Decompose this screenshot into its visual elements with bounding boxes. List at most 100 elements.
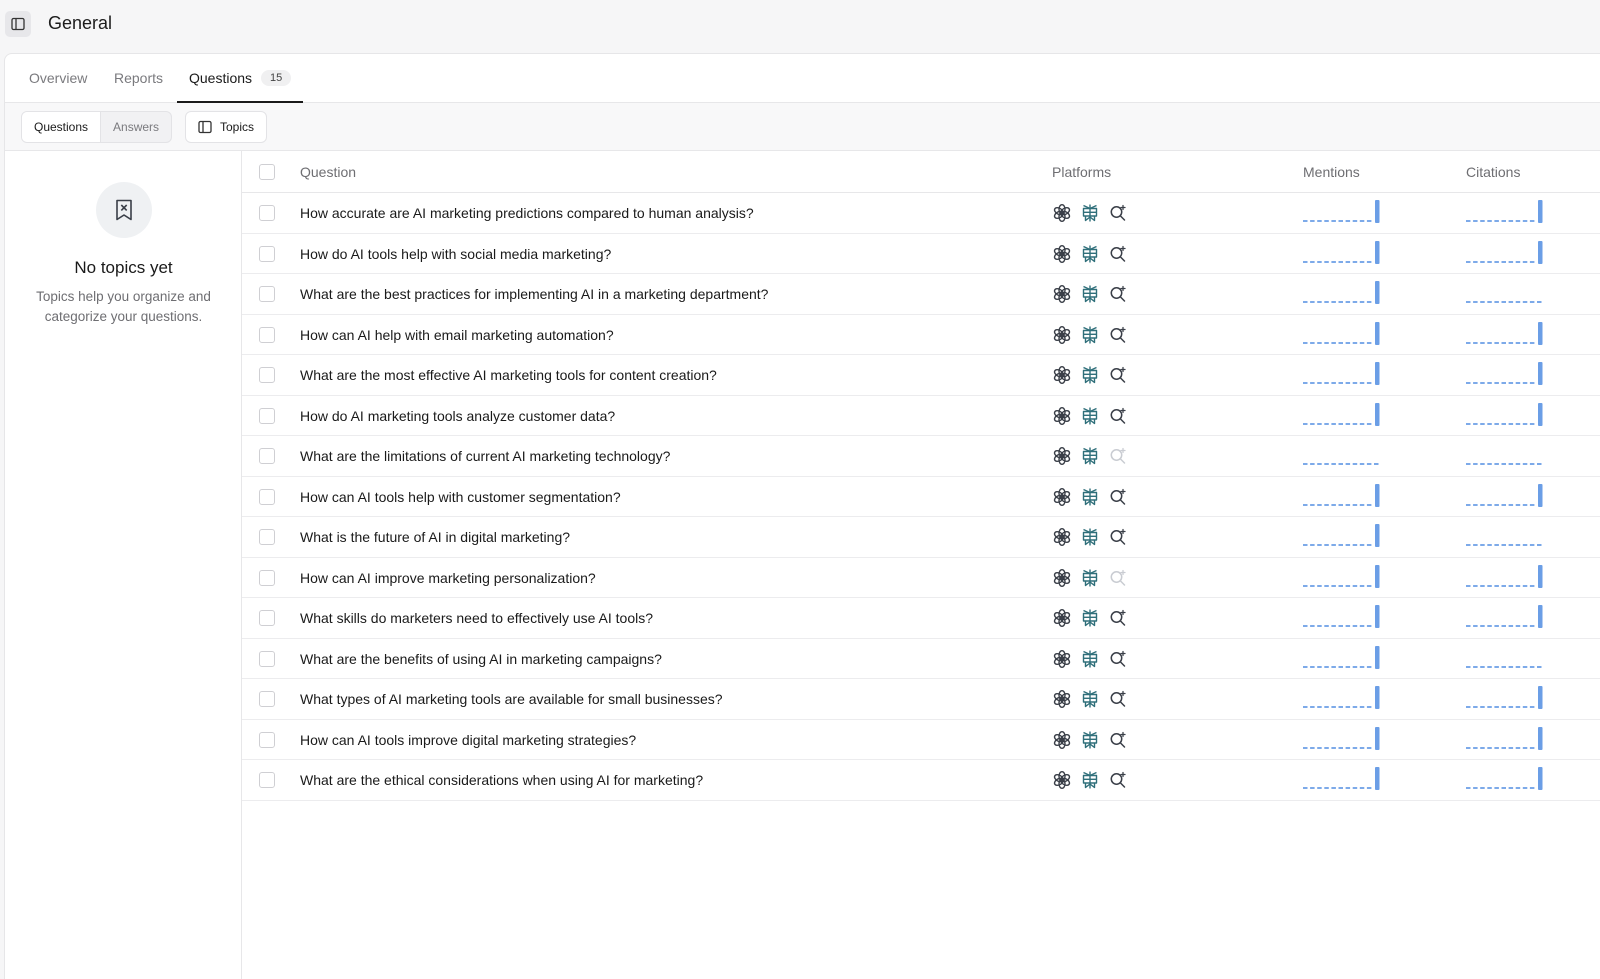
question-text[interactable]: How can AI improve marketing personaliza… — [300, 570, 596, 586]
perplexity-icon — [1080, 325, 1100, 345]
column-header-citations[interactable]: Citations — [1466, 164, 1520, 180]
questions-count-badge: 15 — [261, 70, 292, 86]
column-header-mentions[interactable]: Mentions — [1303, 164, 1360, 180]
openai-icon — [1052, 649, 1072, 669]
openai-icon — [1052, 446, 1072, 466]
row-checkbox[interactable] — [259, 367, 275, 383]
mentions-sparkline — [1302, 524, 1386, 548]
answers-view-button[interactable]: Answers — [101, 112, 171, 142]
question-text[interactable]: How accurate are AI marketing prediction… — [300, 205, 754, 221]
mentions-latest-bar — [1375, 402, 1380, 426]
row-checkbox[interactable] — [259, 529, 275, 545]
ai-search-icon — [1108, 365, 1128, 385]
row-checkbox[interactable] — [259, 610, 275, 626]
question-text[interactable]: How can AI tools help with customer segm… — [300, 489, 621, 505]
table-row[interactable]: How do AI tools help with social media m… — [242, 234, 1600, 274]
table-row[interactable]: What is the future of AI in digital mark… — [242, 517, 1600, 558]
openai-icon — [1052, 244, 1072, 264]
question-text[interactable]: How can AI tools improve digital marketi… — [300, 732, 636, 748]
question-text[interactable]: What are the best practices for implemen… — [300, 286, 768, 302]
table-row[interactable]: What are the best practices for implemen… — [242, 274, 1600, 315]
tab-label: Questions — [189, 70, 253, 86]
ai-search-icon — [1108, 244, 1128, 264]
citations-sparkline — [1465, 767, 1549, 791]
table-row[interactable]: What skills do marketers need to effecti… — [242, 598, 1600, 639]
column-header-platforms[interactable]: Platforms — [1052, 164, 1111, 180]
question-text[interactable]: What skills do marketers need to effecti… — [300, 610, 653, 626]
question-text[interactable]: What are the most effective AI marketing… — [300, 367, 717, 383]
openai-icon — [1052, 608, 1072, 628]
page-title: General — [48, 13, 113, 33]
view-switcher: Questions Answers — [21, 111, 173, 143]
question-text[interactable]: How do AI tools help with social media m… — [300, 246, 611, 262]
question-text[interactable]: What types of AI marketing tools are ava… — [300, 691, 723, 707]
toolbar: Questions Answers Topics — [5, 103, 1600, 151]
table-row[interactable]: What are the most effective AI marketing… — [242, 355, 1600, 396]
row-checkbox[interactable] — [259, 407, 275, 424]
row-checkbox[interactable] — [259, 650, 275, 667]
table-row[interactable]: What are the limitations of current AI m… — [242, 436, 1600, 477]
table-row[interactable]: What are the benefits of using AI in mar… — [242, 639, 1600, 679]
ai-search-icon — [1108, 284, 1128, 304]
topics-panel: No topics yet Topics help you organize a… — [5, 151, 242, 979]
row-checkbox[interactable] — [259, 205, 275, 221]
table-row[interactable]: How accurate are AI marketing prediction… — [242, 193, 1600, 234]
topics-toggle-button[interactable]: Topics — [185, 111, 268, 143]
table-row[interactable]: How can AI improve marketing personaliza… — [242, 558, 1600, 598]
mentions-latest-bar — [1375, 281, 1380, 304]
table-row[interactable]: What are the ethical considerations when… — [242, 760, 1600, 801]
row-checkbox[interactable] — [259, 731, 275, 748]
ai-search-icon — [1108, 770, 1128, 790]
question-text[interactable]: What are the benefits of using AI in mar… — [300, 651, 662, 667]
citations-latest-bar — [1538, 767, 1543, 790]
row-checkbox[interactable] — [259, 691, 275, 707]
question-text[interactable]: How do AI marketing tools analyze custom… — [300, 408, 615, 424]
perplexity-icon — [1080, 406, 1100, 426]
citations-sparkline — [1465, 443, 1549, 467]
row-checkbox[interactable] — [259, 326, 275, 343]
tab-overview[interactable]: Overview — [29, 54, 87, 102]
citations-latest-bar — [1538, 321, 1543, 345]
openai-icon — [1052, 325, 1072, 345]
ai-search-icon — [1108, 406, 1128, 426]
row-checkbox[interactable] — [259, 286, 275, 302]
row-checkbox[interactable] — [259, 569, 275, 586]
citations-sparkline — [1465, 200, 1549, 224]
perplexity-icon — [1080, 244, 1100, 264]
empty-topics-description: Topics help you organize and categorize … — [36, 289, 211, 324]
table-row[interactable]: How do AI marketing tools analyze custom… — [242, 396, 1600, 436]
question-text[interactable]: What is the future of AI in digital mark… — [300, 529, 570, 545]
select-all-checkbox[interactable] — [259, 164, 275, 180]
table-row[interactable]: How can AI help with email marketing aut… — [242, 315, 1600, 355]
citations-sparkline — [1465, 726, 1549, 751]
tab-reports[interactable]: Reports — [114, 54, 163, 102]
citations-sparkline — [1465, 402, 1549, 427]
citations-sparkline — [1465, 240, 1549, 265]
mentions-sparkline — [1302, 240, 1386, 265]
sidebar-toggle-button[interactable] — [5, 11, 31, 37]
questions-view-button[interactable]: Questions — [22, 112, 102, 142]
perplexity-icon — [1080, 527, 1100, 547]
ai-search-icon — [1108, 325, 1128, 345]
citations-latest-bar — [1538, 200, 1543, 223]
table-row[interactable]: How can AI tools improve digital marketi… — [242, 720, 1600, 760]
row-checkbox[interactable] — [259, 245, 275, 262]
question-text[interactable]: How can AI help with email marketing aut… — [300, 327, 614, 343]
openai-icon — [1052, 365, 1072, 385]
table-row[interactable]: How can AI tools help with customer segm… — [242, 477, 1600, 517]
openai-icon — [1052, 527, 1072, 547]
citations-sparkline — [1465, 483, 1549, 508]
mentions-sparkline — [1302, 686, 1386, 710]
question-text[interactable]: What are the ethical considerations when… — [300, 772, 703, 788]
row-checkbox[interactable] — [259, 772, 275, 788]
perplexity-icon — [1080, 770, 1100, 790]
mentions-sparkline — [1302, 767, 1386, 791]
question-text[interactable]: What are the limitations of current AI m… — [300, 448, 670, 464]
perplexity-icon — [1080, 608, 1100, 628]
citations-sparkline — [1465, 281, 1549, 305]
tab-questions[interactable]: Questions 15 — [176, 54, 304, 103]
row-checkbox[interactable] — [259, 488, 275, 505]
column-header-question[interactable]: Question — [300, 164, 356, 180]
row-checkbox[interactable] — [259, 448, 275, 464]
table-row[interactable]: What types of AI marketing tools are ava… — [242, 679, 1600, 720]
